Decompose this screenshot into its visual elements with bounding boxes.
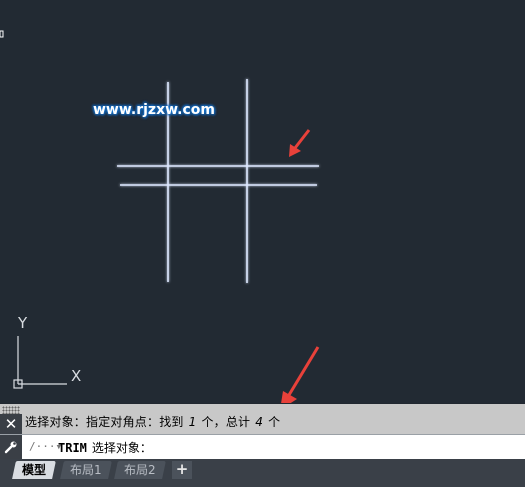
layout-tabs: 模型 布局1 布局2 + bbox=[0, 459, 525, 487]
history-prefix: 选择对象：指定对角点：找到 bbox=[25, 415, 184, 429]
command-line[interactable]: /···▾ TRIM 选择对象： bbox=[0, 434, 525, 459]
watermark-text: www.rjzxw.com bbox=[93, 102, 215, 118]
ucs-icon bbox=[13, 336, 67, 389]
command-history: 选择对象：指定对角点：找到 1 个，总计 4 个 bbox=[0, 404, 525, 434]
add-layout-button[interactable]: + bbox=[172, 461, 192, 479]
history-line: 选择对象：指定对角点：找到 1 个，总计 4 个 bbox=[25, 413, 280, 430]
tab-layout2[interactable]: 布局2 bbox=[114, 461, 166, 479]
found-count: 1 bbox=[188, 415, 197, 429]
tab-model[interactable]: 模型 bbox=[12, 461, 56, 479]
viewport-marker bbox=[0, 30, 4, 38]
drag-grip-icon[interactable] bbox=[2, 406, 20, 414]
annotation-arrow-top bbox=[289, 129, 311, 157]
drawing-canvas[interactable]: www.rjzxw.com Y X bbox=[0, 0, 525, 403]
ucs-y-label: Y bbox=[18, 314, 28, 332]
ucs-x-label: X bbox=[71, 367, 82, 385]
annotation-arrow-bottom bbox=[281, 346, 320, 403]
current-command: TRIM bbox=[58, 441, 87, 455]
command-input[interactable]: TRIM 选择对象： bbox=[58, 439, 152, 456]
drawing-svg bbox=[0, 30, 320, 403]
history-unit1: 个，总计 bbox=[201, 415, 251, 429]
current-prompt: 选择对象： bbox=[91, 441, 152, 455]
close-icon[interactable]: ✕ bbox=[0, 414, 22, 434]
tab-layout1[interactable]: 布局1 bbox=[60, 461, 112, 479]
history-unit2: 个 bbox=[268, 415, 281, 429]
wrench-icon[interactable] bbox=[0, 435, 22, 459]
total-count: 4 bbox=[255, 415, 264, 429]
